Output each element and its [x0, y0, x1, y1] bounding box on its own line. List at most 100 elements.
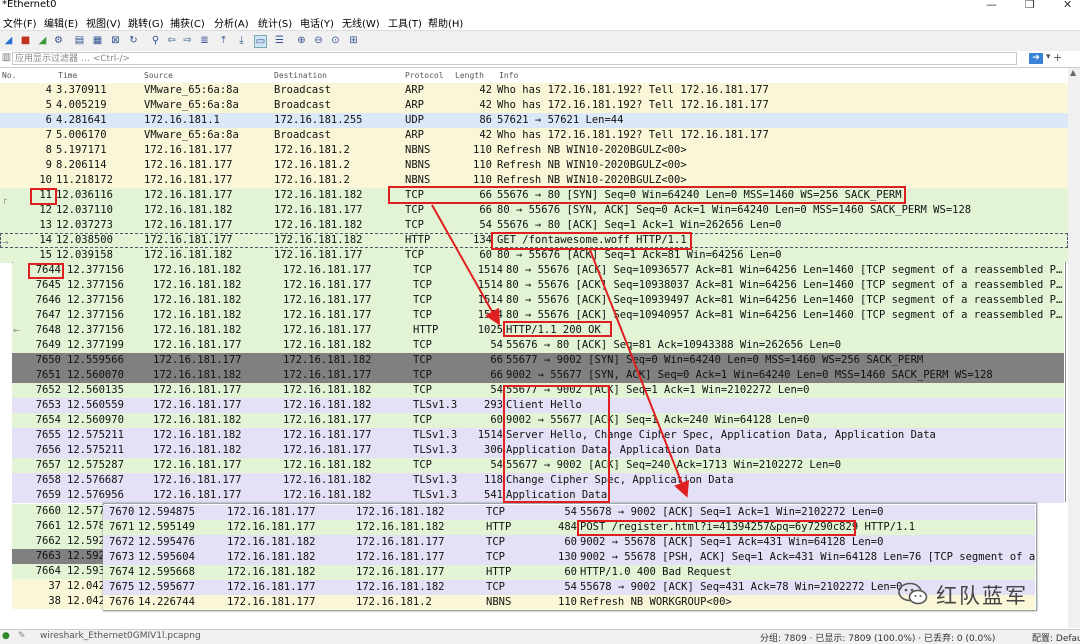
- minimize-icon[interactable]: —: [986, 0, 997, 11]
- zoom-out-icon[interactable]: ⊖: [313, 35, 324, 46]
- packet-row[interactable]: 15 12.039158 172.16.181.182 172.16.181.177 T…: [0, 248, 1068, 263]
- packet-row[interactable]: 7675 12.595677 172.16.181.177 172.16.181.18…: [103, 580, 1035, 595]
- close-file-icon[interactable]: ⊠: [110, 35, 121, 46]
- bookmark-icon[interactable]: ▥: [1, 52, 12, 63]
- packet-row[interactable]: 6 4.281641 172.16.181.1 172.16.181.255 UDP 86…: [0, 113, 1068, 128]
- go-to-packet-icon[interactable]: ≣: [199, 35, 210, 46]
- cell-no: 7648: [35, 324, 61, 336]
- filter-dropdown-icon[interactable]: ▾: [1046, 52, 1051, 62]
- packet-row[interactable]: 7676 14.226744 172.16.181.177 172.16.181.2 N…: [103, 595, 1035, 610]
- go-forward-icon[interactable]: ⇨: [182, 35, 193, 46]
- packet-row[interactable]: 7672 12.595476 172.16.181.182 172.16.181.17…: [103, 535, 1035, 550]
- packet-row[interactable]: 4 3.370911 VMware_65:6a:8a Broadcast ARP 42 Wh…: [0, 83, 1068, 98]
- packet-row[interactable]: 7649 12.377199 172.16.181.177 172.16.181.18…: [12, 338, 1064, 353]
- packet-row[interactable]: 5 4.005219 VMware_65:6a:8a Broadcast ARP 42 Wh…: [0, 98, 1068, 113]
- cell-dst: 172.16.181.182: [356, 581, 445, 593]
- zoom-reset-icon[interactable]: ⊙: [330, 35, 341, 46]
- packet-row[interactable]: 7660 12.577: [12, 504, 104, 519]
- menu-telephony[interactable]: 电话(Y): [300, 15, 334, 30]
- apply-filter-arrow-icon[interactable]: ➜: [1029, 53, 1043, 64]
- packet-row[interactable]: 13 12.037273 172.16.181.177 172.16.181.182 T…: [0, 218, 1068, 233]
- packet-row[interactable]: 7674 12.595668 172.16.181.182 172.16.181.17…: [103, 565, 1035, 580]
- cell-no: 7656: [35, 444, 61, 456]
- menu-help[interactable]: 帮助(H): [428, 15, 463, 30]
- menu-file[interactable]: 文件(F): [3, 15, 37, 30]
- packet-row[interactable]: 7646 12.377156 172.16.181.182 172.16.181.17…: [12, 293, 1064, 308]
- packet-row[interactable]: 37 12.0429: [12, 579, 104, 594]
- capture-options-icon[interactable]: ⚙: [53, 35, 64, 46]
- packet-row[interactable]: 38 12.0429: [12, 594, 104, 609]
- cell-time: 12.593: [67, 565, 104, 577]
- packet-row[interactable]: 8 5.197171 172.16.181.177 172.16.181.2 NBNS 1…: [0, 143, 1068, 158]
- col-no[interactable]: No.: [2, 71, 16, 80]
- menu-tools[interactable]: 工具(T): [388, 15, 422, 30]
- cell-dst: 172.16.181.2: [274, 144, 350, 156]
- cell-proto: TLSv1.3: [413, 489, 458, 501]
- cell-proto: NBNS: [405, 159, 431, 171]
- cell-dst: 172.16.181.182: [283, 399, 372, 411]
- scroll-up-icon[interactable]: ▲: [1070, 68, 1076, 77]
- packet-list-scrollbar[interactable]: ▲: [1068, 68, 1080, 628]
- col-info[interactable]: Info: [499, 71, 518, 80]
- add-filter-button-icon[interactable]: +: [1053, 51, 1062, 64]
- cell-info: 80 → 55676 [SYN, ACK] Seq=0 Ack=1 Win=64…: [497, 204, 972, 216]
- col-time[interactable]: Time: [58, 71, 77, 80]
- go-back-icon[interactable]: ⇦: [166, 35, 177, 46]
- cell-dst: 172.16.181.182: [283, 354, 372, 366]
- packet-row[interactable]: 7673 12.595604 172.16.181.182 172.16.181.17…: [103, 550, 1035, 565]
- packet-row[interactable]: 7661 12.578: [12, 519, 104, 534]
- packet-row[interactable]: 7662 12.592: [12, 534, 104, 549]
- autoscroll-icon[interactable]: ▭: [254, 35, 267, 48]
- edit-comment-icon[interactable]: ✎: [18, 631, 26, 641]
- col-length[interactable]: Length: [455, 71, 484, 80]
- cell-len: 54: [490, 339, 503, 351]
- cell-no: 7661: [35, 520, 61, 532]
- close-icon[interactable]: ✕: [1063, 0, 1072, 11]
- cell-time: 12.0429: [67, 580, 104, 592]
- packet-row[interactable]: 7651 12.560070 172.16.181.182 172.16.181.17…: [12, 368, 1064, 383]
- menu-statistics[interactable]: 统计(S): [258, 15, 292, 30]
- save-file-icon[interactable]: ▦: [92, 35, 103, 46]
- menu-analyze[interactable]: 分析(A): [214, 15, 249, 30]
- menu-view[interactable]: 视图(V): [86, 15, 121, 30]
- packet-row[interactable]: 9 8.206114 172.16.181.177 172.16.181.2 NBNS 1…: [0, 158, 1068, 173]
- shark-fin-start-icon[interactable]: ◢: [3, 35, 14, 46]
- zoom-in-icon[interactable]: ⊕: [296, 35, 307, 46]
- packet-row[interactable]: 7671 12.595149 172.16.181.177 172.16.181.18…: [103, 520, 1035, 535]
- first-packet-icon[interactable]: ⤒: [218, 35, 229, 46]
- maximize-icon[interactable]: ❐: [1025, 0, 1035, 11]
- cell-info: 57621 → 57621 Len=44: [497, 114, 624, 126]
- find-packet-icon[interactable]: ⚲: [150, 35, 161, 46]
- restart-capture-icon[interactable]: ◢: [37, 35, 48, 46]
- packet-row[interactable]: 7663 12.592: [12, 549, 104, 564]
- packet-row[interactable]: 7645 12.377156 172.16.181.182 172.16.181.17…: [12, 278, 1064, 293]
- tree-arrow-icon: ←: [13, 326, 20, 335]
- open-file-icon[interactable]: ▤: [74, 35, 85, 46]
- cell-len: 110: [473, 159, 492, 171]
- cell-no: 7658: [35, 474, 61, 486]
- packet-row[interactable]: 7 5.006170 VMware_65:6a:8a Broadcast ARP 42 Wh…: [0, 128, 1068, 143]
- cell-proto: TCP: [413, 354, 432, 366]
- packet-row[interactable]: 7664 12.593: [12, 564, 104, 579]
- col-destination[interactable]: Destination: [274, 71, 327, 80]
- packet-row[interactable]: 7670 12.594875 172.16.181.177 172.16.181.18…: [103, 505, 1035, 520]
- menu-edit[interactable]: 编辑(E): [44, 15, 78, 30]
- packet-row[interactable]: 7644 12.377156 172.16.181.182 172.16.181.17…: [12, 263, 1064, 278]
- cell-time: 12.560970: [67, 414, 124, 426]
- col-source[interactable]: Source: [144, 71, 173, 80]
- wechat-logo-icon: [898, 582, 928, 605]
- colorize-icon[interactable]: ☰: [274, 35, 285, 46]
- menu-wireless[interactable]: 无线(W): [342, 15, 380, 30]
- menu-go[interactable]: 跳转(G): [128, 15, 164, 30]
- stop-capture-icon[interactable]: ■: [20, 35, 31, 46]
- cell-proto: NBNS: [405, 144, 431, 156]
- packet-row[interactable]: 12 12.037110 172.16.181.182 172.16.181.177 T…: [0, 203, 1068, 218]
- col-protocol[interactable]: Protocol: [405, 71, 444, 80]
- packet-row[interactable]: 7650 12.559566 172.16.181.177 172.16.181.18…: [12, 353, 1064, 368]
- menu-capture[interactable]: 捕获(C): [170, 15, 205, 30]
- resize-columns-icon[interactable]: ⊞: [348, 35, 359, 46]
- display-filter-input[interactable]: 应用显示过滤器 … <Ctrl-/>: [12, 52, 1017, 65]
- reload-icon[interactable]: ↻: [128, 35, 139, 46]
- profile-name[interactable]: 配置: Default: [1032, 631, 1080, 644]
- last-packet-icon[interactable]: ⤓: [236, 35, 247, 46]
